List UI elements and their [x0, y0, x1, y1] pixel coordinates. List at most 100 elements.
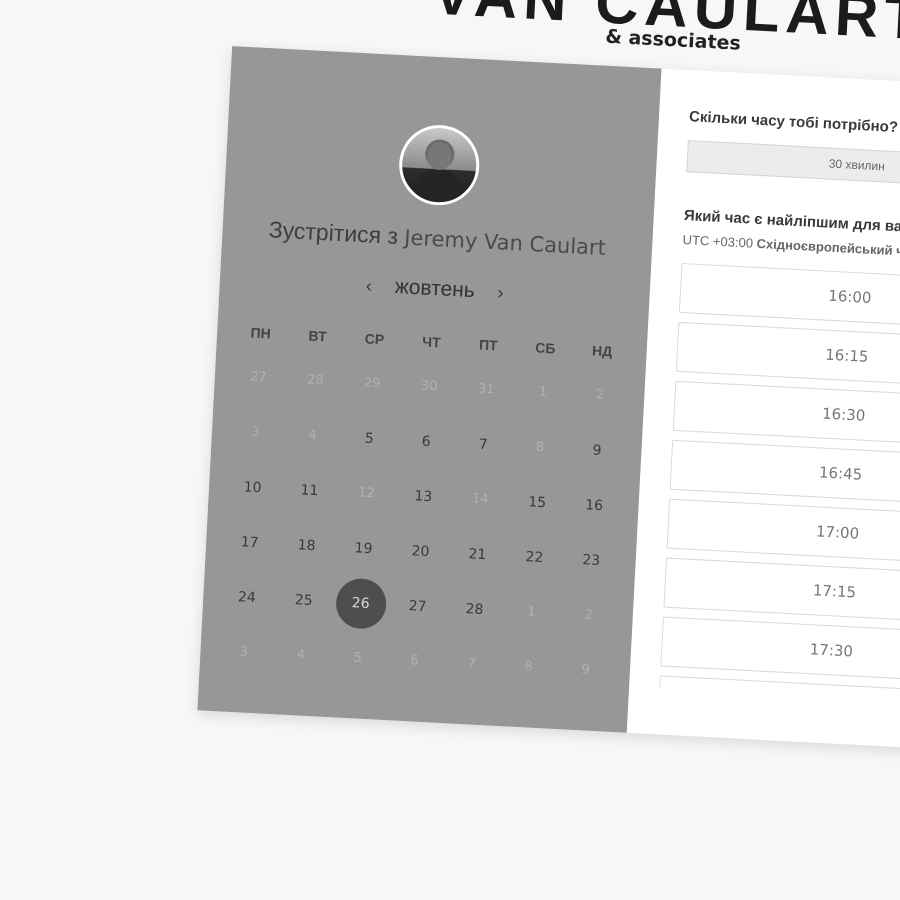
- calendar-day-number: 27: [249, 369, 268, 386]
- calendar-day[interactable]: 24: [217, 571, 277, 624]
- calendar-day[interactable]: 13: [394, 470, 454, 523]
- calendar-day-number: 22: [525, 548, 544, 566]
- calendar-day[interactable]: 9: [567, 424, 627, 477]
- calendar-day[interactable]: 5: [340, 412, 400, 465]
- calendar-day[interactable]: 17: [220, 516, 280, 569]
- weekday-label: НД: [591, 342, 613, 360]
- timezone-name: Східноєвропейський час: [756, 235, 900, 260]
- weekday-label: ПН: [250, 324, 272, 342]
- calendar-day-number: 5: [353, 650, 363, 666]
- calendar-day-selected[interactable]: 26: [331, 576, 391, 630]
- month-label: жовтень: [394, 274, 476, 303]
- calendar-day[interactable]: 28: [445, 583, 505, 636]
- calendar-day-number: 5: [364, 430, 375, 447]
- calendar-day: 8: [499, 641, 559, 694]
- time-slot-button[interactable]: 16:30: [672, 380, 900, 447]
- calendar-day: 28: [286, 354, 346, 407]
- calendar-day: 3: [226, 406, 286, 459]
- avatar: [397, 123, 482, 208]
- calendar-day-number: 16: [584, 496, 604, 514]
- calendar-day-number: 6: [410, 653, 420, 669]
- calendar-day[interactable]: 22: [505, 531, 565, 584]
- calendar-day-number: 4: [296, 647, 306, 663]
- calendar-day[interactable]: 10: [223, 461, 283, 514]
- calendar-day-number: 8: [535, 439, 545, 456]
- calendar-day-number: 3: [250, 424, 261, 441]
- host-title: Зустрітися з Jeremy Van Caulart: [222, 214, 653, 263]
- calendar-day-number: 1: [526, 604, 536, 620]
- calendar-day: 4: [271, 629, 331, 682]
- calendar-day: 27: [229, 351, 289, 404]
- calendar-day: 14: [451, 473, 511, 526]
- calendar-day[interactable]: 16: [564, 479, 624, 532]
- time-slot-button[interactable]: 17:15: [663, 557, 900, 624]
- calendar-day-number: 9: [580, 662, 591, 678]
- calendar-day: 4: [283, 409, 343, 462]
- time-slot-list: 16:0016:1516:3016:4517:0017:1517:3017:45: [659, 262, 900, 705]
- calendar-day-number: 1: [538, 384, 548, 401]
- time-selection-panel: Скільки часу тобі потрібно? 30 хвилин Як…: [626, 68, 900, 752]
- calendar-day-number: 19: [354, 539, 373, 557]
- calendar-day-number: 27: [408, 597, 427, 615]
- time-slot-button[interactable]: 17:45: [659, 675, 900, 705]
- calendar-day-number: 26: [334, 576, 387, 630]
- calendar-day: 5: [328, 632, 388, 685]
- calendar-day[interactable]: 18: [277, 519, 337, 572]
- calendar-day[interactable]: 6: [396, 415, 456, 468]
- chevron-left-icon[interactable]: ‹: [356, 275, 381, 297]
- timezone-label[interactable]: UTC +03:00 Східноєвропейський час: [682, 232, 900, 259]
- calendar-day[interactable]: 23: [561, 534, 621, 587]
- calendar-day[interactable]: 11: [280, 464, 340, 517]
- calendar-day-number: 12: [357, 485, 376, 502]
- calendar-day[interactable]: 19: [334, 522, 394, 575]
- calendar-grid: ПН ВТ СР ЧТ ПТ СБ НД 27 28 29 30 31 1 2 3 4 5 6 7 8 9 10 11 12…: [214, 315, 633, 699]
- calendar-day-number: 30: [420, 378, 438, 395]
- calendar-day-number: 28: [306, 372, 324, 389]
- timezone-offset: UTC +03:00: [682, 231, 754, 251]
- calendar-day[interactable]: 20: [391, 525, 451, 578]
- calendar-day-number: 31: [477, 381, 495, 398]
- calendar-day-number: 25: [294, 591, 314, 609]
- calendar-day: 1: [513, 366, 573, 419]
- chevron-right-icon[interactable]: ›: [488, 282, 513, 304]
- avatar-body: [413, 168, 462, 208]
- calendar-day-number: 13: [414, 487, 433, 505]
- weekday-label: СБ: [534, 339, 556, 357]
- host-prefix: Зустрітися з: [268, 216, 399, 250]
- calendar-day: 12: [337, 467, 397, 520]
- calendar-day: 3: [214, 626, 274, 679]
- calendar-day-number: 8: [524, 659, 534, 675]
- calendar-day: 2: [559, 589, 619, 642]
- host-name: Jeremy Van Caulart: [403, 225, 607, 260]
- time-slot-button[interactable]: 16:00: [678, 262, 900, 330]
- calendar-day-number: 3: [239, 644, 249, 660]
- calendar-day-number: 6: [421, 433, 432, 450]
- calendar-day[interactable]: 21: [448, 528, 508, 581]
- calendar-day[interactable]: 27: [388, 580, 448, 633]
- time-slot-button[interactable]: 17:00: [666, 498, 900, 565]
- calendar-day[interactable]: 7: [453, 418, 513, 471]
- calendar-day-number: 29: [363, 375, 381, 392]
- calendar-day-number: 28: [465, 600, 484, 618]
- weekday-label: СР: [364, 330, 385, 348]
- calendar-body: 27 28 29 30 31 1 2 3 4 5 6 7 8 9 10 11 12 13 14 15 16 17 18 19 2…: [214, 349, 631, 699]
- calendar-day-number: 7: [467, 656, 477, 672]
- calendar-day: 1: [502, 586, 562, 639]
- weekday-label: ВТ: [308, 327, 328, 345]
- calendar-day-number: 2: [583, 607, 593, 623]
- month-navigation: ‹ жовтень ›: [219, 266, 650, 312]
- time-slot-button[interactable]: 16:15: [675, 321, 900, 389]
- page: VAN CAULART & associates Зустрітися з Je…: [0, 0, 900, 900]
- calendar-day-number: 20: [411, 542, 430, 560]
- calendar-day-number: 17: [240, 533, 260, 551]
- time-slot-button[interactable]: 16:45: [669, 439, 900, 506]
- time-slot-button[interactable]: 17:30: [660, 616, 900, 683]
- booking-scene: VAN CAULART & associates Зустрітися з Je…: [0, 0, 900, 900]
- booking-card: Зустрітися з Jeremy Van Caulart ‹ жовтен…: [197, 46, 900, 752]
- calendar-day[interactable]: 25: [274, 574, 334, 627]
- calendar-day-number: 4: [307, 427, 317, 444]
- calendar-day[interactable]: 15: [507, 476, 567, 529]
- duration-select[interactable]: 30 хвилин: [686, 140, 900, 188]
- duration-question: Скільки часу тобі потрібно?: [688, 108, 899, 137]
- calendar-day-number: 15: [527, 493, 547, 511]
